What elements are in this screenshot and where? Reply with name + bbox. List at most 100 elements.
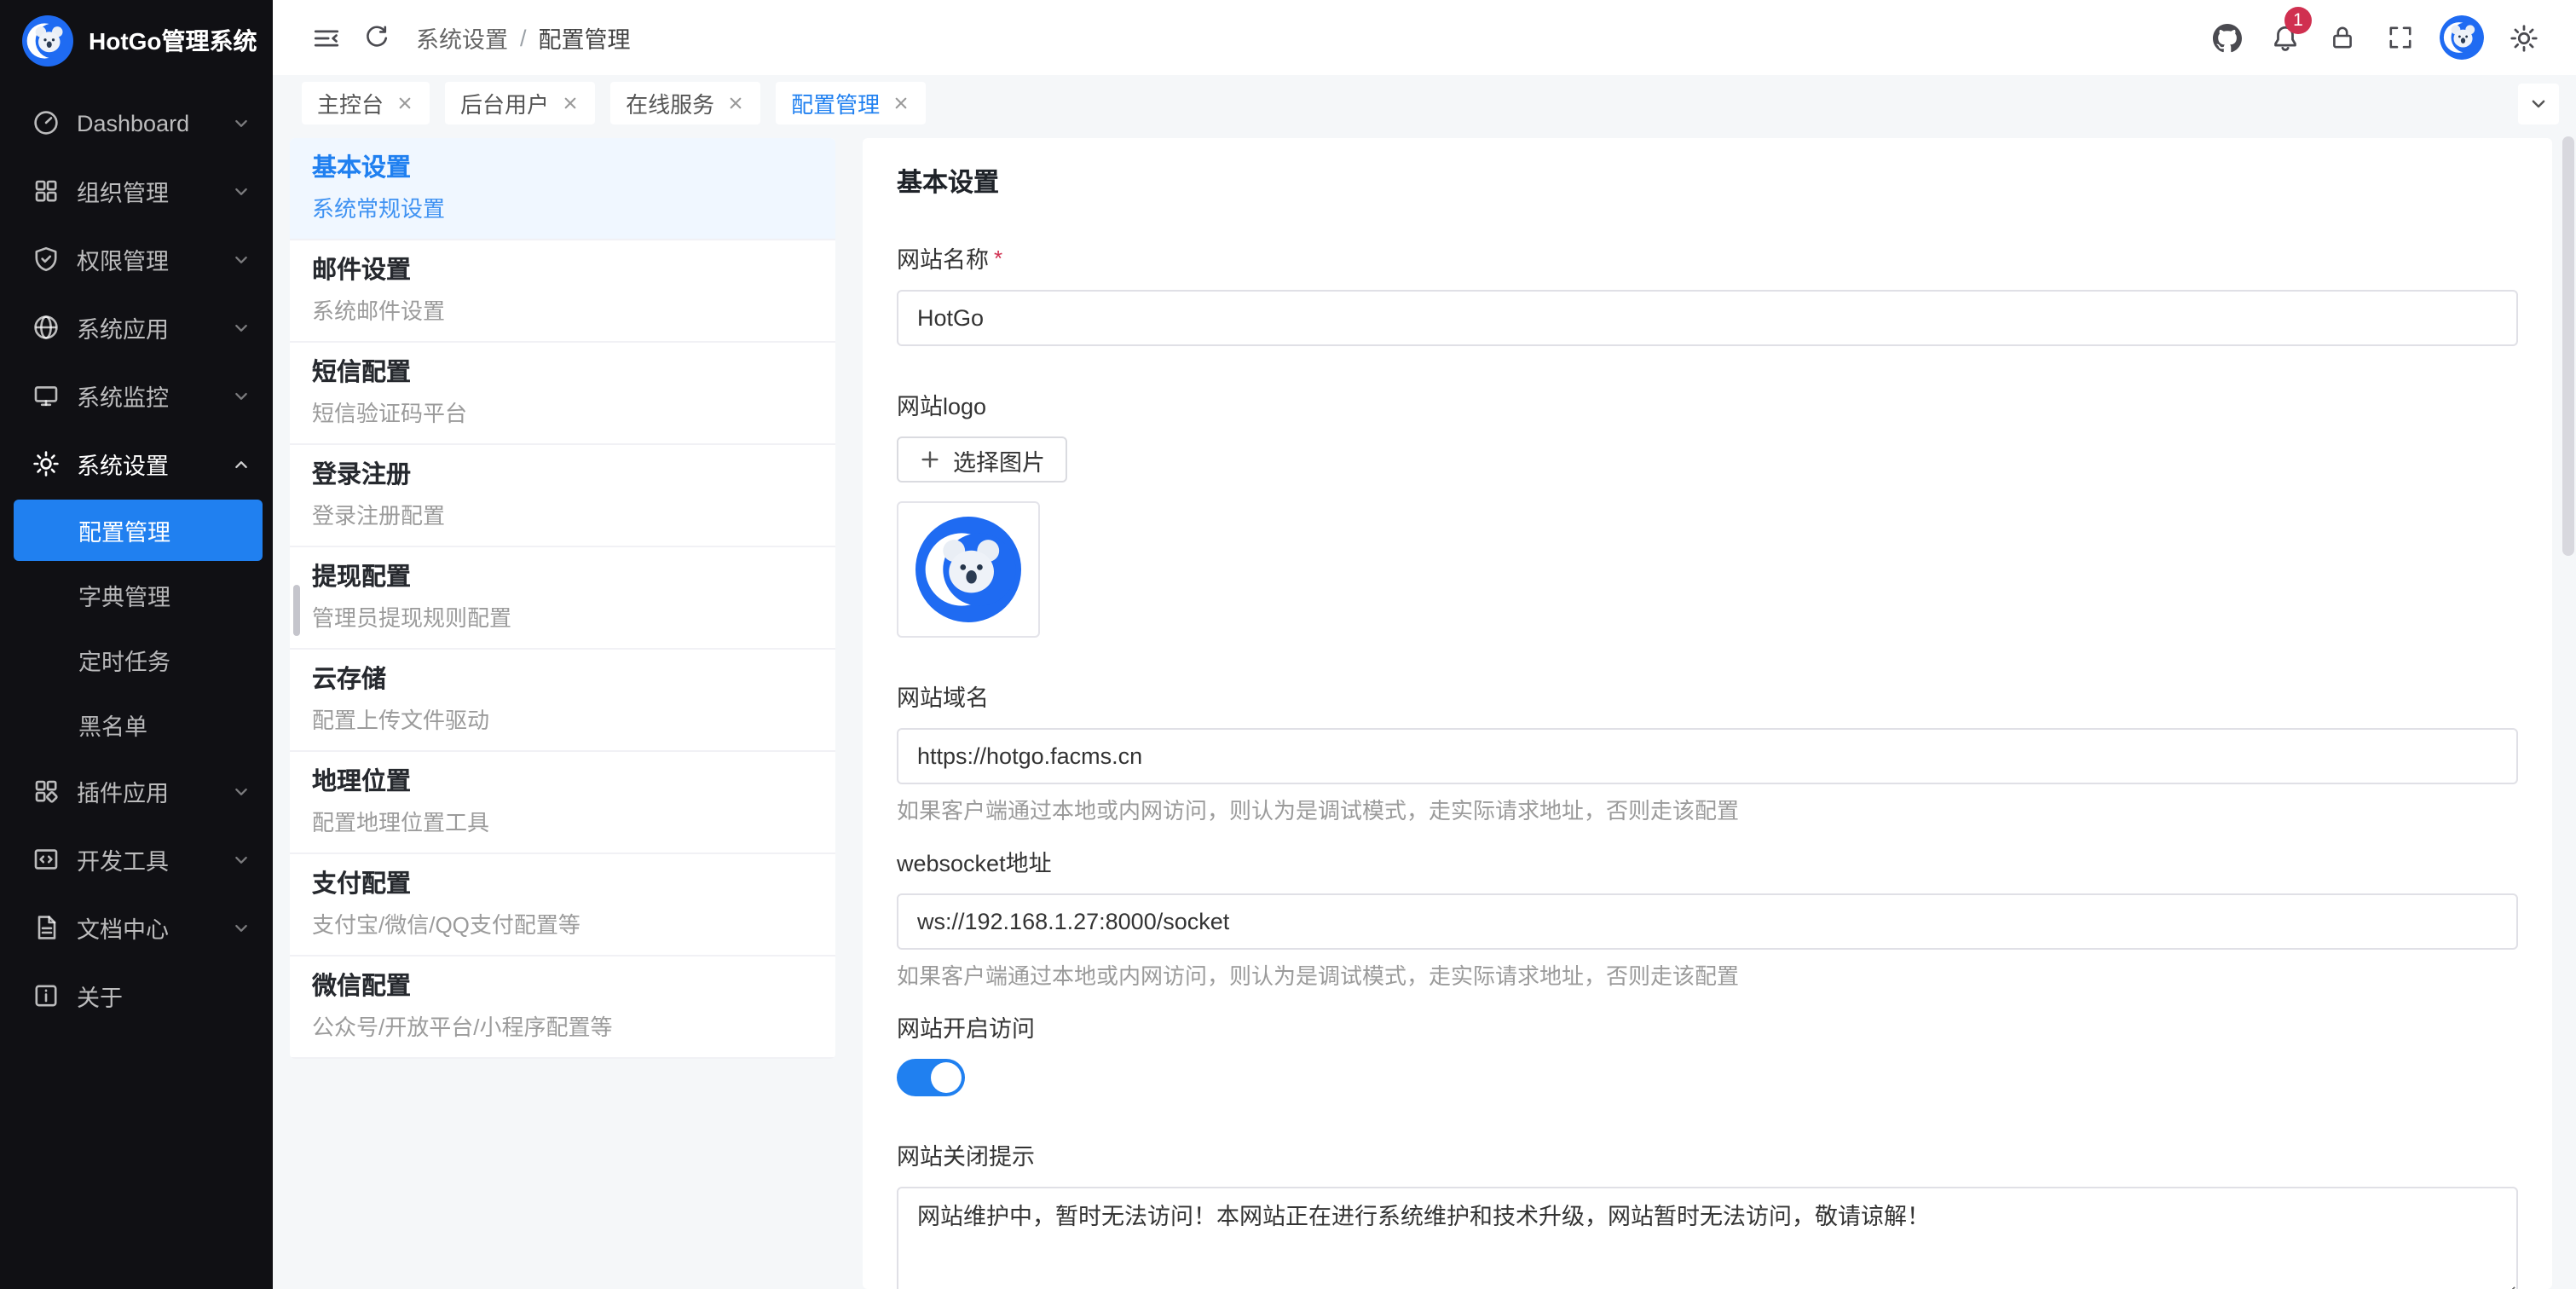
info-square-icon — [32, 982, 60, 1009]
form-item-site-logo: 网站logo 选择图片 — [897, 387, 2518, 638]
sidebar-item-dict-manage[interactable]: 字典管理 — [0, 563, 273, 627]
sidebar-nav: Dashboard 组织管理 权限管理 — [0, 82, 273, 1289]
basic-settings-form-card: 基本设置 网站名称 * 网站logo 选择图片 — [863, 138, 2552, 1289]
form-title: 基本设置 — [897, 164, 2518, 199]
user-avatar[interactable] — [2440, 15, 2484, 60]
settings-group-title: 邮件设置 — [312, 252, 811, 292]
settings-group-subtitle: 配置上传文件驱动 — [312, 704, 811, 738]
settings-group-email[interactable]: 邮件设置 系统邮件设置 — [290, 240, 835, 343]
sidebar-subitem-label: 配置管理 — [78, 513, 170, 547]
settings-group-sms[interactable]: 短信配置 短信验证码平台 — [290, 343, 835, 445]
chevron-down-icon — [230, 780, 252, 802]
app-title: HotGo管理系统 — [89, 24, 257, 58]
sidebar-item-label: 文档中心 — [77, 910, 213, 945]
pick-image-button[interactable]: 选择图片 — [897, 436, 1067, 483]
sidebar-item-permission[interactable]: 权限管理 — [0, 225, 273, 293]
site-domain-input[interactable] — [897, 728, 2518, 784]
settings-group-subtitle: 支付宝/微信/QQ支付配置等 — [312, 909, 811, 943]
form-item-domain: 网站域名 如果客户端通过本地或内网访问，则认为是调试模式，走实际请求地址，否则走… — [897, 679, 2518, 827]
settings-group-wechat[interactable]: 微信配置 公众号/开放平台/小程序配置等 — [290, 957, 835, 1059]
settings-group-storage[interactable]: 云存储 配置上传文件驱动 — [290, 650, 835, 752]
form-item-site-name: 网站名称 * — [897, 240, 2518, 346]
lock-screen-icon[interactable] — [2317, 12, 2368, 63]
settings-group-basic[interactable]: 基本设置 系统常规设置 — [290, 138, 835, 240]
chevron-down-icon — [230, 316, 252, 338]
chevron-down-icon — [230, 384, 252, 407]
sidebar-item-devtools[interactable]: 开发工具 — [0, 825, 273, 893]
sidebar-item-monitor[interactable]: 系统监控 — [0, 361, 273, 430]
logo-preview-image[interactable] — [897, 501, 1040, 638]
sidebar-item-config-manage[interactable]: 配置管理 — [14, 500, 263, 561]
close-icon[interactable] — [396, 94, 414, 113]
settings-group-login[interactable]: 登录注册 登录注册配置 — [290, 445, 835, 547]
sidebar-subitem-label: 定时任务 — [78, 643, 170, 677]
field-label: 网站开启访问 — [897, 1009, 2518, 1043]
form-item-site-open: 网站开启访问 — [897, 1009, 2518, 1096]
monitor-icon — [32, 382, 60, 409]
settings-group-title: 提现配置 — [312, 559, 811, 598]
tab-label: 后台用户 — [460, 87, 549, 119]
websocket-address-input[interactable] — [897, 893, 2518, 950]
settings-group-withdraw[interactable]: 提现配置 管理员提现规则配置 — [290, 547, 835, 650]
sidebar-item-plugins[interactable]: 插件应用 — [0, 757, 273, 825]
chevron-down-icon — [230, 848, 252, 870]
scrollbar-thumb[interactable] — [2562, 136, 2574, 556]
tab-config-manage[interactable]: 配置管理 — [776, 82, 926, 124]
settings-group-title: 短信配置 — [312, 355, 811, 394]
sidebar-item-label: 系统监控 — [77, 379, 213, 413]
notification-bell-icon[interactable]: 1 — [2259, 12, 2310, 63]
settings-menu-card: 基本设置 系统常规设置 邮件设置 系统邮件设置 短信配置 短信验证码平台 登录注… — [290, 138, 835, 1059]
sidebar-item-org[interactable]: 组织管理 — [0, 157, 273, 225]
settings-gear-icon[interactable] — [2498, 12, 2549, 63]
sidebar-item-settings[interactable]: 系统设置 — [0, 430, 273, 498]
app-logo-row[interactable]: HotGo管理系统 — [0, 0, 273, 82]
site-name-input[interactable] — [897, 290, 2518, 346]
content-area: 基本设置 系统常规设置 邮件设置 系统邮件设置 短信配置 短信验证码平台 登录注… — [273, 131, 2576, 1289]
settings-group-title: 基本设置 — [312, 150, 811, 189]
tab-options-button[interactable] — [2518, 83, 2559, 124]
fullscreen-icon[interactable] — [2375, 12, 2426, 63]
settings-group-subtitle: 短信验证码平台 — [312, 397, 811, 431]
field-label: 网站名称 * — [897, 240, 2518, 275]
breadcrumb-item-root[interactable]: 系统设置 — [416, 20, 508, 55]
settings-group-subtitle: 系统常规设置 — [312, 193, 811, 227]
sidebar-item-label: 开发工具 — [77, 842, 213, 876]
site-open-toggle[interactable] — [897, 1059, 965, 1096]
globe-icon — [32, 314, 60, 341]
sidebar-item-docs[interactable]: 文档中心 — [0, 893, 273, 962]
sidebar-item-about[interactable]: 关于 — [0, 962, 273, 1030]
sidebar-item-label: 系统设置 — [77, 447, 213, 481]
tab-label: 在线服务 — [626, 87, 714, 119]
sidebar-item-dashboard[interactable]: Dashboard — [0, 89, 273, 157]
settings-group-subtitle: 系统邮件设置 — [312, 295, 811, 329]
sidebar-item-blacklist[interactable]: 黑名单 — [0, 692, 273, 757]
code-box-icon — [32, 846, 60, 873]
settings-group-pay[interactable]: 支付配置 支付宝/微信/QQ支付配置等 — [290, 854, 835, 957]
settings-group-geo[interactable]: 地理位置 配置地理位置工具 — [290, 752, 835, 854]
tab-online-service[interactable]: 在线服务 — [610, 82, 760, 124]
chevron-down-icon — [230, 112, 252, 134]
settings-group-title: 地理位置 — [312, 764, 811, 803]
tab-dashboard[interactable]: 主控台 — [302, 82, 430, 124]
collapse-menu-icon[interactable] — [300, 12, 351, 63]
settings-group-title: 微信配置 — [312, 968, 811, 1008]
sidebar-item-apps[interactable]: 系统应用 — [0, 293, 273, 361]
app-root: HotGo管理系统 Dashboard 组织管理 — [0, 0, 2576, 1289]
close-icon[interactable] — [892, 94, 910, 113]
settings-group-title: 云存储 — [312, 662, 811, 701]
close-tip-textarea[interactable]: 网站维护中，暂时无法访问！本网站正在进行系统维护和技术升级，网站暂时无法访问，敬… — [897, 1187, 2518, 1289]
field-help-text: 如果客户端通过本地或内网访问，则认为是调试模式，走实际请求地址，否则走该配置 — [897, 962, 2518, 992]
chevron-down-icon — [2527, 91, 2550, 115]
refresh-icon[interactable] — [351, 12, 402, 63]
sidebar-item-label: 组织管理 — [77, 174, 213, 208]
close-icon[interactable] — [561, 94, 580, 113]
field-label: websocket地址 — [897, 844, 2518, 878]
scrollbar-thumb[interactable] — [293, 585, 300, 636]
github-icon[interactable] — [2201, 12, 2252, 63]
plugin-grid-icon — [32, 777, 60, 805]
sidebar: HotGo管理系统 Dashboard 组织管理 — [0, 0, 273, 1289]
sidebar-item-cron[interactable]: 定时任务 — [0, 627, 273, 692]
tab-admin-users[interactable]: 后台用户 — [445, 82, 595, 124]
page-scrollbar[interactable] — [2562, 136, 2574, 1272]
close-icon[interactable] — [726, 94, 745, 113]
